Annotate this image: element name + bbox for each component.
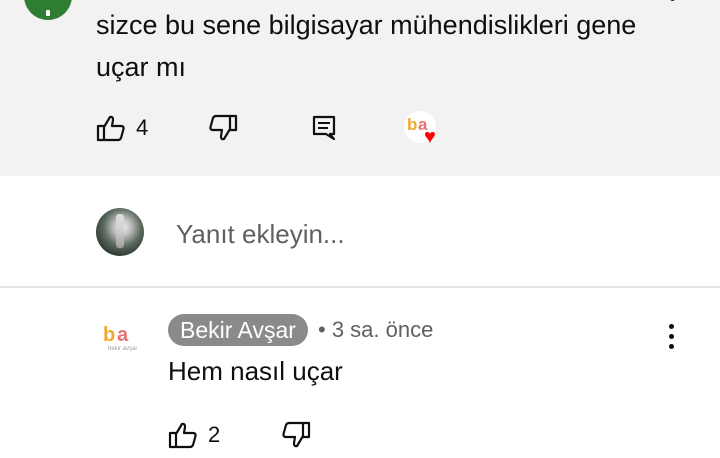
thumb-down-icon <box>209 114 238 141</box>
like-button[interactable]: 4 <box>96 114 148 142</box>
dislike-button[interactable] <box>208 114 238 142</box>
thumb-up-icon <box>96 115 125 142</box>
bekir-avsar-logo-icon: ba bekir avşar <box>100 318 140 358</box>
commenter-avatar[interactable] <box>24 0 72 20</box>
like-count: 4 <box>136 115 149 140</box>
reply-button[interactable] <box>312 115 336 141</box>
parent-comment: sizce bu sene bilgisayar mühendislikleri… <box>0 0 720 176</box>
reply-timestamp: • 3 sa. önce <box>318 317 434 342</box>
reply-dislike-button[interactable] <box>281 421 311 449</box>
reply-text: Hem nasıl uçar <box>168 356 343 386</box>
thumb-down-icon <box>282 421 311 448</box>
creator-heart[interactable]: ba ♥ <box>404 111 444 151</box>
current-user-avatar[interactable] <box>96 208 144 256</box>
reply-input[interactable] <box>176 214 676 254</box>
comment-icon <box>312 115 336 141</box>
add-reply-section <box>0 176 720 288</box>
thumb-up-icon <box>168 422 197 449</box>
heart-icon: ♥ <box>424 126 436 148</box>
reply-author-name[interactable]: Bekir Avşar <box>168 314 308 346</box>
reply-like-button[interactable]: 2 <box>168 421 220 449</box>
comment-text: sizce bu sene bilgisayar mühendislikleri… <box>96 10 637 82</box>
reply-author-avatar[interactable]: ba bekir avşar <box>100 318 140 358</box>
more-options-icon[interactable] <box>662 322 682 352</box>
reply-like-count: 2 <box>208 422 221 447</box>
